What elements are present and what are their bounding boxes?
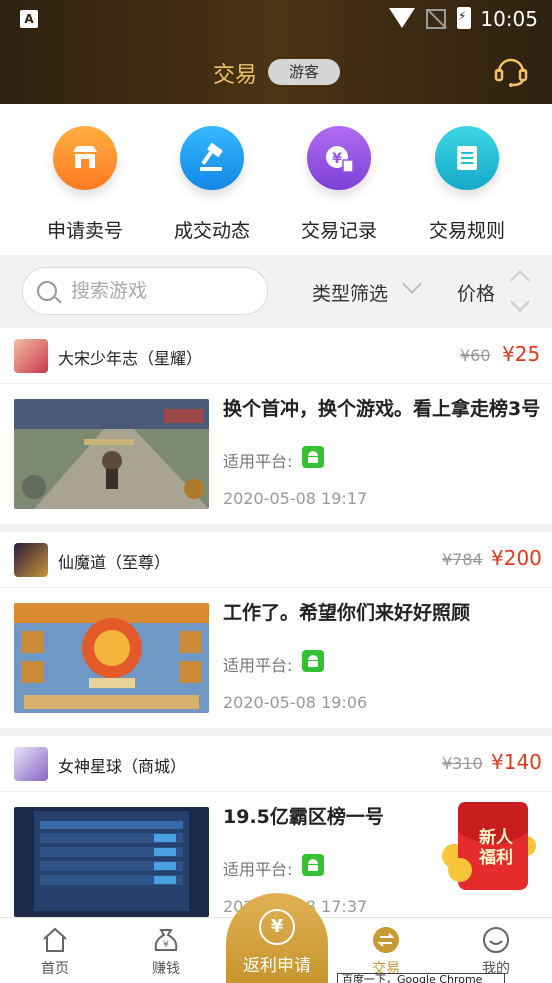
platform-label: 适用平台: [223,860,293,879]
rules-doc-icon [435,126,499,190]
status-bar: A 10:05 [0,0,552,38]
sale-price: ¥140 [491,750,542,774]
search-input[interactable] [71,276,251,306]
game-icon [14,747,48,781]
battery-charging-icon [457,7,471,29]
status-time: 10:05 [480,7,538,31]
game-name: 女神星球（商城） [58,757,187,776]
listing-date: 2020-05-08 19:17 [223,489,368,508]
gavel-icon [180,126,244,190]
no-signal-icon [426,9,446,29]
listing-title: 工作了。希望你们来好好照顾 [223,602,471,624]
red-packet-text: 福利 [479,848,513,868]
red-packet-text: 新人 [479,828,513,848]
sale-price: ¥25 [502,342,541,366]
listing-screenshot [14,807,209,917]
game-name: 仙魔道（至尊） [58,553,171,572]
apply-sell-button[interactable]: 申请卖号 [35,126,135,243]
svg-text:¥: ¥ [163,940,169,950]
action-label: 交易规则 [428,220,505,242]
nav-label: 首页 [41,961,69,977]
new-user-red-packet[interactable]: 新人 福利 [440,798,540,898]
rebate-label: 返利申请 [243,956,311,976]
filter-bar: 类型筛选 价格 [0,255,552,327]
guest-badge[interactable]: 游客 [268,59,340,85]
listing-header: 仙魔道（至尊） ¥784 ¥200 [0,532,552,588]
listing-date: 2020-05-08 19:06 [223,693,368,712]
game-icon [14,543,48,577]
listing-screenshot [14,399,209,509]
deal-news-button[interactable]: 成交动态 [162,126,262,243]
search-box[interactable] [22,267,268,315]
quick-actions: 申请卖号 成交动态 ¥ 交易记录 交易规则 [0,104,552,255]
svg-text:¥: ¥ [332,151,342,167]
top-header: A 10:05 交易 游客 [0,0,552,104]
yen-coin-icon: ¥ [259,909,295,945]
original-price: ¥310 [442,754,483,773]
headset-icon[interactable] [493,52,529,88]
android-icon [302,650,324,672]
listing-header: 大宋少年志（星耀） ¥60 ¥25 [0,328,552,384]
listing-card[interactable]: 大宋少年志（星耀） ¥60 ¥25 换个首冲，换个游戏。看上拿走榜3号 适用平台… [0,328,552,524]
yen-record-icon: ¥ [307,126,371,190]
listing-card[interactable]: 仙魔道（至尊） ¥784 ¥200 工作了。希望你们来好好照顾 适用平台: 20… [0,532,552,728]
game-icon [14,339,48,373]
smile-icon [482,926,510,954]
nav-label: 赚钱 [152,961,180,977]
sort-up-icon[interactable] [510,270,530,290]
nav-home[interactable]: 首页 [15,926,95,978]
chrome-tooltip: 百度一下，Google Chrome [337,973,505,983]
android-icon [302,446,324,468]
listing-title: 换个首冲，换个游戏。看上拿走榜3号 [223,398,541,420]
nav-earn[interactable]: ¥ 赚钱 [126,926,206,978]
original-price: ¥784 [442,550,483,569]
sale-price: ¥200 [491,546,542,570]
nav-trade[interactable]: 交易 [346,926,426,978]
page-title: 交易 [213,63,258,88]
android-icon [302,854,324,876]
listing-screenshot [14,603,209,713]
original-price: ¥60 [460,346,491,365]
chevron-down-icon[interactable] [402,274,422,294]
game-name: 大宋少年志（星耀） [58,349,203,368]
platform-label: 适用平台: [223,656,293,675]
sort-down-icon[interactable] [510,292,530,312]
action-label: 申请卖号 [46,220,123,242]
exchange-icon [372,926,400,954]
shop-icon [53,126,117,190]
notification-icon: A [20,10,38,28]
trade-rules-button[interactable]: 交易规则 [417,126,517,243]
action-label: 交易记录 [300,220,377,242]
home-icon [41,926,69,954]
type-filter-dropdown[interactable]: 类型筛选 [312,279,388,306]
listing-header: 女神星球（商城） ¥310 ¥140 [0,736,552,792]
nav-mine[interactable]: 我的 [456,926,536,978]
search-icon [37,281,57,301]
platform-label: 适用平台: [223,452,293,471]
price-sort-button[interactable]: 价格 [457,279,495,306]
money-bag-icon: ¥ [152,926,180,954]
wifi-icon [389,8,415,28]
trade-record-button[interactable]: ¥ 交易记录 [289,126,389,243]
action-label: 成交动态 [173,220,250,242]
